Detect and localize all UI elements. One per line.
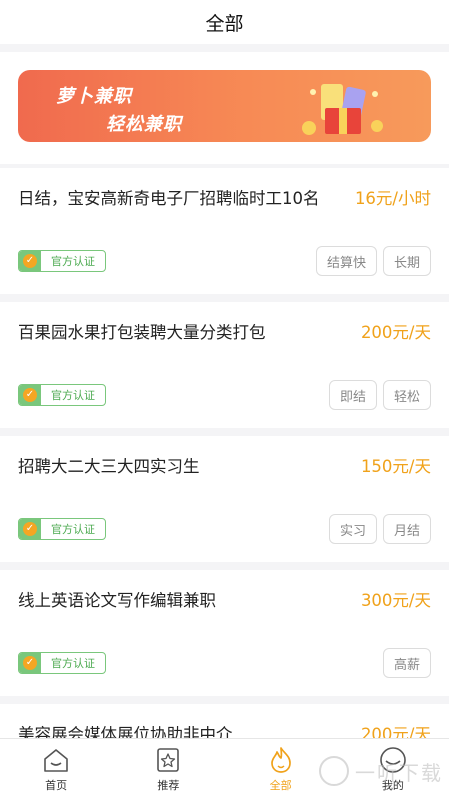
star-icon xyxy=(157,748,180,772)
job-tag: 结算快 xyxy=(315,246,377,276)
badge-label: 官方认证 xyxy=(51,657,95,670)
verified-badge: ✓ 官方认证 xyxy=(18,250,106,272)
job-tag: 长期 xyxy=(382,246,431,276)
job-tag: 高薪 xyxy=(382,648,431,678)
job-card[interactable]: 百果园水果打包装聘大量分类打包 200元/天 ✓ 官方认证 即结 轻松 xyxy=(0,302,449,428)
watermark-logo-icon xyxy=(319,756,349,786)
job-tag: 月结 xyxy=(382,514,431,544)
promo-banner[interactable]: 萝卜兼职 轻松兼职 xyxy=(18,70,431,142)
job-tag: 轻松 xyxy=(382,380,431,410)
job-price: 16元/小时 xyxy=(354,189,431,208)
badge-label: 官方认证 xyxy=(51,255,95,268)
banner-line2: 轻松兼职 xyxy=(106,114,182,135)
check-icon: ✓ xyxy=(23,522,37,536)
badge-label: 官方认证 xyxy=(51,389,95,402)
badge-label: 官方认证 xyxy=(51,523,95,536)
job-price: 200元/天 xyxy=(360,323,431,342)
top-bar: 全部 xyxy=(0,0,449,44)
check-icon: ✓ xyxy=(23,388,37,402)
job-title: 日结，宝安高新奇电子厂招聘临时工10名 xyxy=(18,189,320,208)
page-title: 全部 xyxy=(205,12,244,35)
job-title: 线上英语论文写作编辑兼职 xyxy=(18,591,216,610)
tab-home[interactable]: 首页 xyxy=(0,739,112,800)
tag-group: 即结 轻松 xyxy=(328,380,431,410)
job-card[interactable]: 招聘大二大三大四实习生 150元/天 ✓ 官方认证 实习 月结 xyxy=(0,436,449,562)
job-title: 百果园水果打包装聘大量分类打包 xyxy=(18,323,266,342)
job-card[interactable]: 线上英语论文写作编辑兼职 300元/天 ✓ 官方认证 高薪 xyxy=(0,570,449,696)
tab-label: 首页 xyxy=(45,779,68,792)
tab-label: 推荐 xyxy=(157,779,180,792)
job-title: 招聘大二大三大四实习生 xyxy=(18,457,200,476)
tab-recommend[interactable]: 推荐 xyxy=(112,739,224,800)
check-icon: ✓ xyxy=(23,254,37,268)
tab-label: 全部 xyxy=(269,779,292,792)
verified-badge: ✓ 官方认证 xyxy=(18,384,106,406)
tag-group: 结算快 长期 xyxy=(315,246,431,276)
check-icon: ✓ xyxy=(23,656,37,670)
job-tag: 即结 xyxy=(328,380,377,410)
banner-section: 萝卜兼职 轻松兼职 xyxy=(0,52,449,164)
flame-icon xyxy=(270,747,291,773)
home-icon xyxy=(44,749,68,772)
gift-box-icon xyxy=(302,84,383,135)
job-price: 150元/天 xyxy=(360,457,431,476)
tag-group: 高薪 xyxy=(382,648,431,678)
verified-badge: ✓ 官方认证 xyxy=(18,518,106,540)
job-card[interactable]: 日结，宝安高新奇电子厂招聘临时工10名 16元/小时 ✓ 官方认证 结算快 长期 xyxy=(0,168,449,294)
job-price: 300元/天 xyxy=(360,591,431,610)
verified-badge: ✓ 官方认证 xyxy=(18,652,106,674)
job-tag: 实习 xyxy=(328,514,377,544)
banner-line1: 萝卜兼职 xyxy=(56,86,132,107)
watermark: 一听下载 xyxy=(319,756,443,786)
job-list: 日结，宝安高新奇电子厂招聘临时工10名 16元/小时 ✓ 官方认证 结算快 长期… xyxy=(0,168,449,772)
tag-group: 实习 月结 xyxy=(328,514,431,544)
watermark-text: 一听下载 xyxy=(355,760,443,785)
